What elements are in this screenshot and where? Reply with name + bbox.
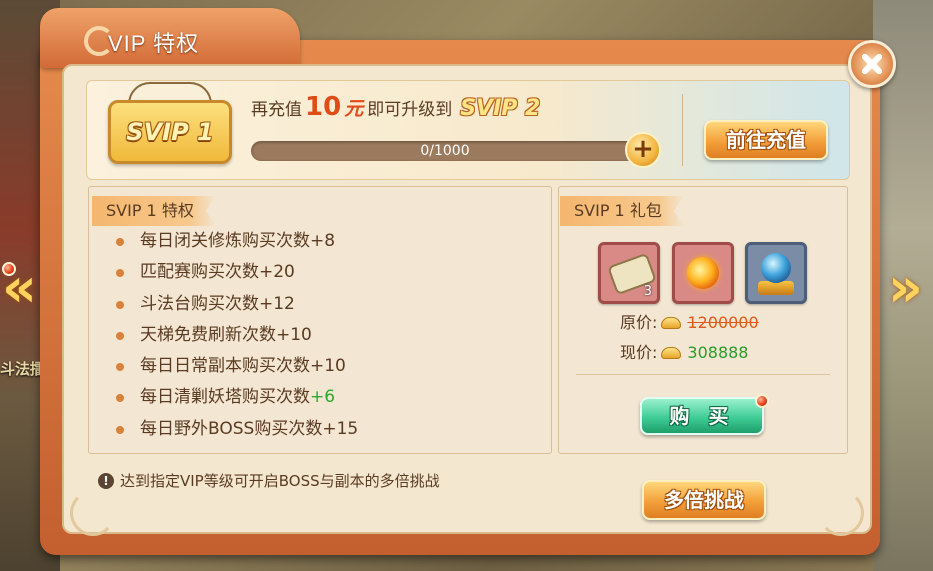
- notification-dot-icon: [2, 262, 16, 276]
- recharge-prompt: 再充值 10 元 即可升级到 SVIP 2: [251, 92, 540, 128]
- recharge-amount: 10: [305, 92, 342, 122]
- current-price-label: 现价:: [620, 343, 658, 362]
- window-title: VIP 特权: [108, 31, 200, 56]
- recharge-unit: 元: [344, 98, 364, 120]
- list-item: 天梯免费刷新次数+10: [116, 323, 358, 354]
- list-item: 每日清剿妖塔购买次数+6: [116, 385, 358, 416]
- current-vip-sign: SVIP 1: [108, 100, 232, 164]
- recharge-prefix: 再充值: [251, 100, 302, 120]
- next-level-arrow-icon[interactable]: »: [888, 258, 924, 318]
- list-item: 每日闭关修炼购买次数+8: [116, 229, 358, 260]
- multi-challenge-button[interactable]: 多倍挑战: [642, 480, 766, 520]
- go-recharge-button[interactable]: 前往充值: [704, 120, 828, 160]
- gold-ingot-icon: [661, 317, 682, 329]
- tip: ! 达到指定VIP等级可开启BOSS与副本的多倍挑战: [98, 470, 440, 491]
- corner-ornament-icon: [818, 490, 864, 536]
- current-price-row: 现价: 308888: [620, 341, 748, 365]
- next-vip-level: SVIP 2: [460, 96, 541, 121]
- privileges-title: SVIP 1 特权: [92, 196, 216, 226]
- crystal-stand-icon: [758, 281, 794, 295]
- current-price: 308888: [687, 343, 749, 362]
- banner-divider: [682, 94, 683, 166]
- list-item: 每日日常副本购买次数+10: [116, 354, 358, 385]
- corner-ornament-icon: [70, 490, 116, 536]
- recharge-progress-bar: 0/1000: [251, 141, 639, 161]
- close-button[interactable]: [848, 40, 896, 88]
- info-icon: !: [98, 472, 114, 489]
- background-scene-text: 斗法擂: [0, 360, 46, 378]
- close-icon: [859, 51, 885, 77]
- crystal-ball-icon: [761, 253, 791, 283]
- privileges-list: 每日闭关修炼购买次数+8 匹配赛购买次数+20 斗法台购买次数+12 天梯免费刷…: [116, 229, 358, 448]
- list-item: 斗法台购买次数+12: [116, 292, 358, 323]
- list-item: 匹配赛购买次数+20: [116, 260, 358, 291]
- buy-button[interactable]: 购 买: [640, 397, 764, 435]
- original-price-row: 原价: 1200000: [620, 311, 759, 335]
- add-recharge-button[interactable]: +: [625, 132, 661, 168]
- current-vip-level: SVIP 1: [126, 118, 214, 146]
- plus-icon: +: [632, 134, 654, 164]
- progress-label: 0/1000: [420, 143, 470, 159]
- fire-orb-icon: [687, 257, 719, 289]
- gift-item-scroll[interactable]: 3: [598, 242, 660, 304]
- gold-ingot-icon: [661, 347, 682, 359]
- upgrade-text: 即可升级到: [367, 100, 453, 120]
- item-count: 3: [643, 284, 652, 299]
- original-price: 1200000: [687, 313, 759, 332]
- notification-dot-icon: [755, 394, 769, 408]
- gift-title: SVIP 1 礼包: [560, 196, 684, 226]
- gift-item-crystal-ball[interactable]: [745, 242, 807, 304]
- gift-divider: [576, 374, 830, 375]
- gift-item-fire-orb[interactable]: [672, 242, 734, 304]
- list-item: 每日野外BOSS购买次数+15: [116, 417, 358, 448]
- original-price-label: 原价:: [620, 313, 658, 332]
- tip-text: 达到指定VIP等级可开启BOSS与副本的多倍挑战: [120, 472, 440, 490]
